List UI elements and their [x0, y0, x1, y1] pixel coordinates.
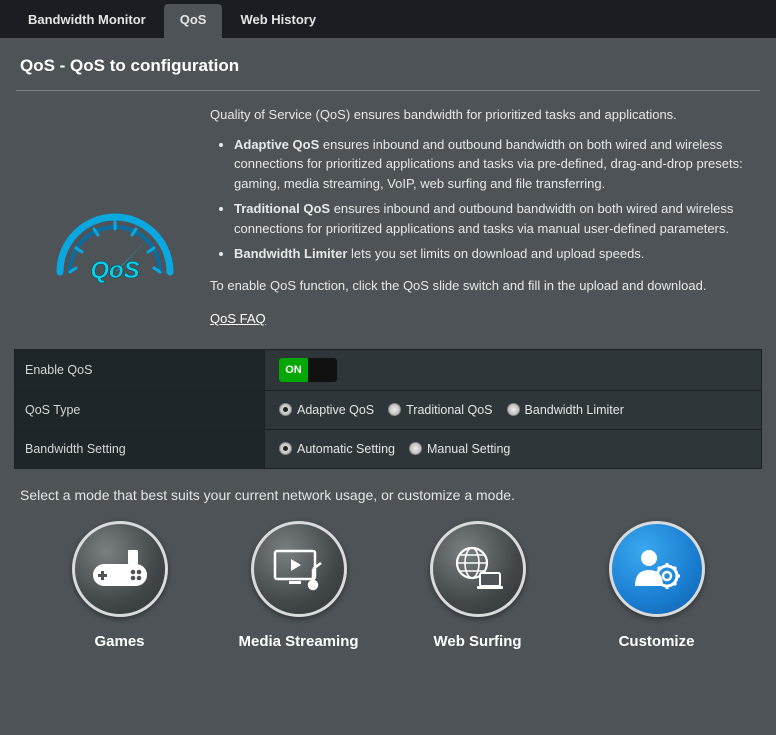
- radio-automatic-setting[interactable]: Automatic Setting: [279, 442, 395, 456]
- limiter-label: Bandwidth Limiter: [234, 246, 347, 261]
- settings-table: Enable QoS ON QoS Type Adaptive QoS Trad…: [14, 349, 762, 469]
- intro-description: Quality of Service (QoS) ensures bandwid…: [210, 105, 756, 329]
- adaptive-label: Adaptive QoS: [234, 137, 319, 152]
- row-qos-type: QoS Type Adaptive QoS Traditional QoS Ba…: [15, 390, 761, 429]
- row-bandwidth-setting: Bandwidth Setting Automatic Setting Manu…: [15, 429, 761, 468]
- bandwidth-setting-label: Bandwidth Setting: [15, 430, 265, 468]
- mode-customize[interactable]: Customize: [582, 521, 732, 650]
- mode-web-surfing[interactable]: Web Surfing: [403, 521, 553, 650]
- enable-hint: To enable QoS function, click the QoS sl…: [210, 276, 756, 296]
- radio-icon: [279, 403, 292, 416]
- radio-adaptive-label: Adaptive QoS: [297, 403, 374, 417]
- radio-limiter-label: Bandwidth Limiter: [525, 403, 624, 417]
- media-icon: [271, 547, 327, 591]
- intro-bullet-adaptive: Adaptive QoS ensures inbound and outboun…: [234, 135, 756, 194]
- radio-manual-label: Manual Setting: [427, 442, 510, 456]
- radio-icon: [507, 403, 520, 416]
- qos-type-label: QoS Type: [15, 391, 265, 429]
- radio-auto-label: Automatic Setting: [297, 442, 395, 456]
- radio-icon: [409, 442, 422, 455]
- mode-media-streaming[interactable]: Media Streaming: [224, 521, 374, 650]
- mode-media-label: Media Streaming: [238, 633, 358, 650]
- enable-qos-toggle[interactable]: ON: [279, 358, 337, 382]
- mode-customize-label: Customize: [619, 633, 695, 650]
- globe-laptop-icon: [450, 545, 506, 593]
- radio-traditional-qos[interactable]: Traditional QoS: [388, 403, 492, 417]
- intro-section: QoS Quality of Service (QoS) ensures ban…: [0, 105, 776, 339]
- user-gear-icon: [629, 544, 685, 594]
- radio-adaptive-qos[interactable]: Adaptive QoS: [279, 403, 374, 417]
- divider: [16, 90, 760, 91]
- qos-logo-cell: QoS: [20, 105, 210, 329]
- tab-web-history[interactable]: Web History: [224, 4, 332, 38]
- tab-bar: Bandwidth Monitor QoS Web History: [0, 0, 776, 38]
- tab-qos[interactable]: QoS: [164, 4, 223, 38]
- radio-manual-setting[interactable]: Manual Setting: [409, 442, 510, 456]
- toggle-on-text: ON: [279, 358, 308, 382]
- page-title: QoS - QoS to configuration: [0, 38, 776, 90]
- modes-row: Games Media Streaming Web Surfing: [0, 513, 776, 650]
- limiter-text: lets you set limits on download and uplo…: [347, 246, 644, 261]
- qos-faq-link[interactable]: QoS FAQ: [210, 309, 266, 329]
- qos-gauge-icon: QoS: [40, 182, 190, 292]
- radio-bandwidth-limiter[interactable]: Bandwidth Limiter: [507, 403, 624, 417]
- svg-text:QoS: QoS: [90, 257, 139, 284]
- mode-web-label: Web Surfing: [433, 633, 521, 650]
- intro-bullet-traditional: Traditional QoS ensures inbound and outb…: [234, 199, 756, 238]
- mode-prompt: Select a mode that best suits your curre…: [0, 469, 776, 513]
- tab-bandwidth-monitor[interactable]: Bandwidth Monitor: [12, 4, 162, 38]
- mode-games[interactable]: Games: [45, 521, 195, 650]
- intro-lead: Quality of Service (QoS) ensures bandwid…: [210, 105, 756, 125]
- intro-bullet-limiter: Bandwidth Limiter lets you set limits on…: [234, 244, 756, 264]
- row-enable-qos: Enable QoS ON: [15, 350, 761, 390]
- radio-traditional-label: Traditional QoS: [406, 403, 492, 417]
- radio-icon: [279, 442, 292, 455]
- mode-games-label: Games: [94, 633, 144, 650]
- gamepad-icon: [91, 548, 149, 590]
- enable-qos-label: Enable QoS: [15, 350, 265, 390]
- radio-icon: [388, 403, 401, 416]
- traditional-label: Traditional QoS: [234, 201, 330, 216]
